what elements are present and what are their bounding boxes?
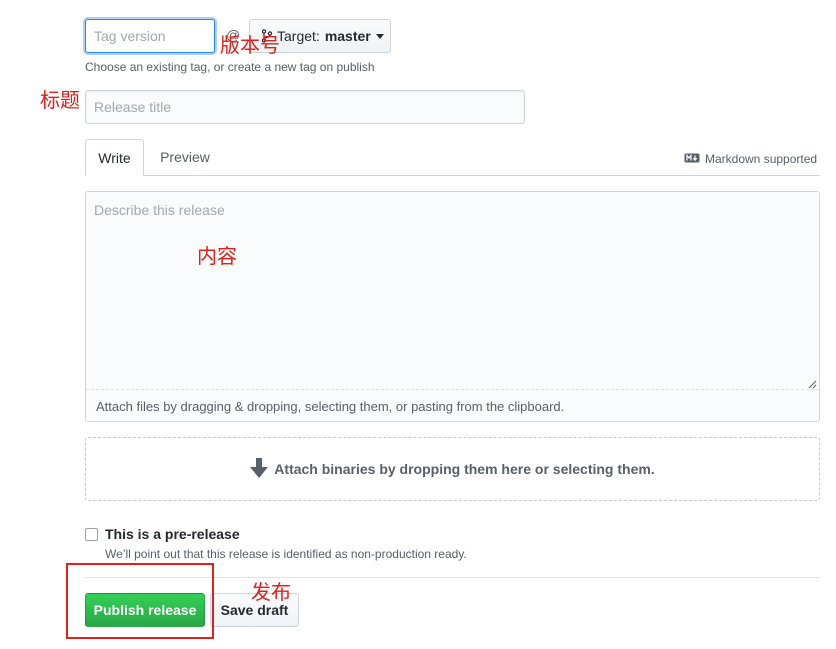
annotation-title: 标题 [40, 88, 80, 112]
target-branch-name: master [324, 28, 371, 44]
release-description-textarea[interactable] [86, 192, 819, 390]
resize-grip-icon[interactable] [807, 376, 817, 392]
tab-preview[interactable]: Preview [148, 139, 222, 176]
binaries-label: Attach binaries by dropping them here or… [274, 461, 655, 477]
target-label: Target: [277, 28, 320, 44]
arrow-down-icon [250, 457, 269, 481]
annotation-publish: 发布 [251, 580, 291, 604]
tab-write[interactable]: Write [85, 139, 144, 176]
annotation-version: 版本号 [220, 33, 280, 57]
prerelease-checkbox[interactable] [85, 528, 98, 541]
annotation-highlight-box [66, 563, 214, 639]
binaries-dropzone[interactable]: Attach binaries by dropping them here or… [85, 437, 820, 501]
markdown-icon [684, 152, 700, 166]
prerelease-label[interactable]: This is a pre-release [105, 526, 240, 542]
markdown-supported-label: Markdown supported [705, 152, 818, 166]
tag-version-input[interactable] [85, 19, 215, 53]
prerelease-note: We’ll point out that this release is ide… [105, 547, 467, 561]
release-title-input[interactable] [85, 90, 525, 124]
description-editor: Attach files by dragging & dropping, sel… [85, 191, 820, 422]
annotation-content: 内容 [197, 244, 237, 268]
markdown-supported-link[interactable]: Markdown supported [684, 152, 817, 166]
attach-files-hint[interactable]: Attach files by dragging & dropping, sel… [96, 399, 564, 414]
tag-hint: Choose an existing tag, or create a new … [85, 60, 375, 74]
caret-down-icon [375, 33, 384, 39]
